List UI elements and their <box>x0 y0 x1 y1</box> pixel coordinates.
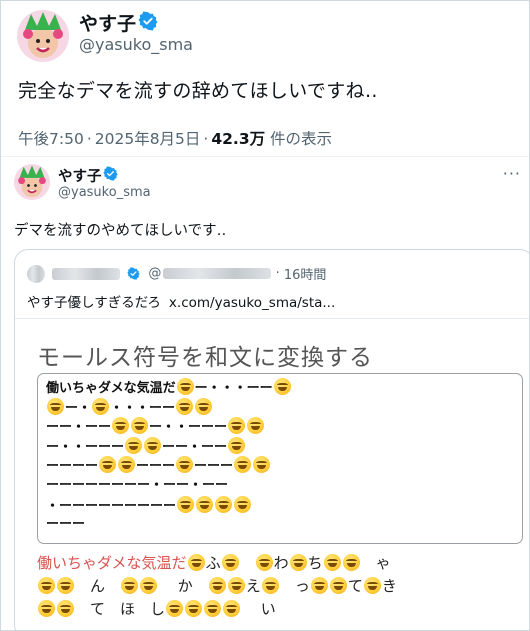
grinning-squinting-face-emoji-icon <box>310 577 328 594</box>
conversion-result: 働いちゃダメな気温だふ わち ゃ ん か え ってき て ほ し い <box>37 552 527 621</box>
grinning-squinting-face-emoji-icon <box>234 456 252 474</box>
grinning-squinting-face-emoji-icon <box>289 554 307 571</box>
grinning-squinting-face-emoji-icon <box>255 554 273 571</box>
grinning-squinting-face-emoji-icon <box>166 600 184 617</box>
grinning-squinting-face-emoji-icon <box>323 554 341 571</box>
result-line: 働いちゃダメな気温だふ わち ゃ <box>37 554 391 572</box>
grinning-squinting-face-emoji-icon <box>140 577 158 594</box>
grinning-squinting-face-emoji-icon <box>204 600 222 617</box>
quoted-name-blurred <box>52 267 121 280</box>
grinning-squinting-face-emoji-icon <box>38 600 55 617</box>
grinning-squinting-face-emoji-icon <box>195 397 213 415</box>
morse-line: ーーーー ーーー ーーー <box>46 456 514 476</box>
converter-title: モールス符号を和文に変換する <box>37 345 373 371</box>
quoted-divider <box>15 318 529 319</box>
result-highlight-text: 働いちゃダメな気温だ <box>37 554 187 572</box>
grinning-squinting-face-emoji-icon <box>273 378 291 395</box>
grinning-squinting-face-emoji-icon <box>131 417 149 435</box>
grinning-squinting-face-emoji-icon <box>176 378 194 395</box>
quoted-post-text: やす子優しすぎるだろ x.com/yasuko_sma/sta... <box>27 291 335 311</box>
quoted-post-header: @ · 16時間 <box>27 264 327 283</box>
grinning-squinting-face-emoji-icon <box>57 577 74 594</box>
grinning-squinting-face-emoji-icon <box>228 436 246 454</box>
grinning-squinting-face-emoji-icon <box>215 495 233 513</box>
grinning-squinting-face-emoji-icon <box>176 397 194 415</box>
morse-line: ーーーーーーーー・ーー・ーー <box>46 477 229 493</box>
grinning-squinting-face-emoji-icon <box>342 554 360 571</box>
grinning-squinting-face-emoji-icon <box>187 554 205 571</box>
grinning-squinting-face-emoji-icon <box>228 417 246 435</box>
grinning-squinting-face-emoji-icon <box>125 436 143 454</box>
grinning-squinting-face-emoji-icon <box>223 600 241 617</box>
quoted-avatar-blurred <box>27 264 45 283</box>
main-avatar[interactable] <box>17 10 69 62</box>
grinning-squinting-face-emoji-icon <box>227 577 245 594</box>
reply-post-text: デマを流すのやめてほしいです‥ <box>14 223 227 239</box>
grinning-squinting-face-emoji-icon <box>99 456 117 474</box>
morse-line: ーー・ーー ー・・ーーー <box>46 417 514 437</box>
meta-separator: · <box>275 266 280 281</box>
grinning-squinting-face-emoji-icon <box>47 397 64 415</box>
main-handle[interactable]: @yasuko_sma <box>79 35 193 54</box>
main-post-text: 完全なデマを流すの辞めてほしいですね‥ <box>18 80 378 102</box>
morse-line: ー・・ーーー ーー・ーー <box>46 436 514 457</box>
morse-line: ー・ ・・・ーー <box>46 397 514 418</box>
verified-badge-icon <box>138 11 158 31</box>
grinning-squinting-face-emoji-icon <box>196 495 214 513</box>
grinning-squinting-face-emoji-icon <box>247 417 265 435</box>
grinning-squinting-face-emoji-icon <box>118 456 136 474</box>
quoted-text: やす子優しすぎるだろ <box>27 295 161 311</box>
result-line: ん か え ってき <box>37 575 527 598</box>
more-options-icon[interactable]: ··· <box>503 164 521 183</box>
grinning-squinting-face-emoji-icon <box>176 456 194 474</box>
view-count-label: 件の表示 <box>270 130 333 148</box>
grinning-squinting-face-emoji-icon <box>112 417 130 435</box>
post-time[interactable]: 午後7:50 <box>18 130 84 148</box>
quoted-handle-prefix: @ <box>148 266 162 281</box>
grinning-squinting-face-emoji-icon <box>121 577 139 594</box>
grinning-squinting-face-emoji-icon <box>261 577 279 594</box>
grinning-squinting-face-emoji-icon <box>234 495 252 513</box>
quoted-handle-blurred <box>163 268 272 279</box>
grinning-squinting-face-emoji-icon <box>38 577 55 594</box>
quoted-post-time[interactable]: 16時間 <box>284 268 327 283</box>
post-screenshot: やす子 @yasuko_sma 完全なデマを流すの辞めてほしいですね‥ 午後7:… <box>0 0 530 631</box>
post-metadata: 午後7:50 · 2025年8月5日 · 42.3万 件の表示 <box>18 130 333 148</box>
morse-line: 働いちゃダメな気温だ ー・・・ーー <box>46 378 514 398</box>
post-date[interactable]: 2025年8月5日 <box>95 130 201 148</box>
grinning-squinting-face-emoji-icon <box>57 600 74 617</box>
grinning-squinting-face-emoji-icon <box>185 600 203 617</box>
verified-badge-icon <box>103 166 118 181</box>
main-display-name[interactable]: やす子 <box>79 9 136 36</box>
grinning-squinting-face-emoji-icon <box>144 436 162 454</box>
morse-line: ーーー <box>46 517 86 533</box>
grinning-squinting-face-emoji-icon <box>363 577 381 594</box>
reply-handle[interactable]: @yasuko_sma <box>58 185 151 200</box>
result-line: て ほ し い <box>37 598 527 621</box>
morse-input-box[interactable]: 働いちゃダメな気温だ ー・・・ーー ー・ ・・・ーー ーー・ーー ー・・ーーー ー・・… <box>37 373 523 544</box>
grinning-squinting-face-emoji-icon <box>177 495 195 513</box>
quoted-link[interactable]: x.com/yasuko_sma/sta... <box>169 295 335 311</box>
grinning-squinting-face-emoji-icon <box>92 397 110 415</box>
grinning-squinting-face-emoji-icon <box>253 456 271 474</box>
grinning-squinting-face-emoji-icon <box>208 577 226 594</box>
grinning-squinting-face-emoji-icon <box>329 577 347 594</box>
morse-line: ・ーーーーーーーーー <box>46 495 514 516</box>
grinning-squinting-face-emoji-icon <box>221 554 239 571</box>
view-count: 42.3万 <box>211 130 266 148</box>
quoted-post-card[interactable]: @ · 16時間 やす子優しすぎるだろ x.com/yasuko_sma/sta.… <box>14 249 529 630</box>
post-divider <box>1 156 529 157</box>
reply-avatar[interactable] <box>14 164 50 200</box>
reply-display-name[interactable]: やす子 <box>58 165 102 186</box>
verified-badge-icon <box>127 267 140 280</box>
